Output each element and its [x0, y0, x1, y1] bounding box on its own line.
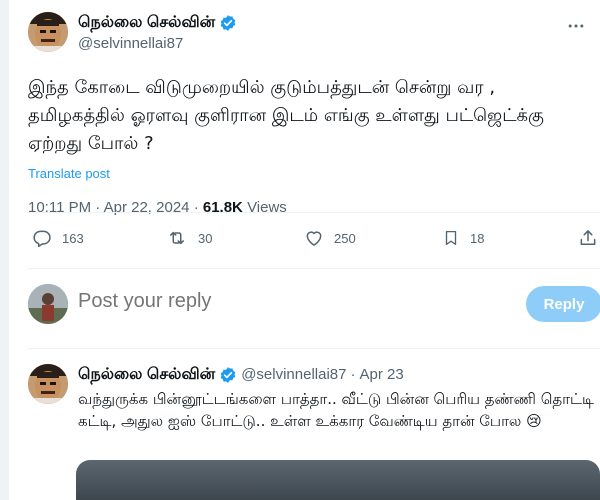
reply-count: 163 [62, 230, 84, 246]
reply-content: நெல்லை செல்வின் @selvinnellai87 · Apr 23… [78, 364, 598, 432]
views-label: Views [247, 199, 287, 216]
bookmark-action[interactable]: 18 [442, 228, 484, 248]
divider [28, 268, 600, 269]
translate-post-link[interactable]: Translate post [28, 166, 600, 181]
tweet-header: நெல்லை செல்வின் @selvinnellai87 [28, 12, 600, 58]
current-user-avatar[interactable] [28, 284, 68, 324]
views-count: 61.8K [202, 199, 243, 216]
repost-count: 30 [198, 230, 213, 246]
share-action[interactable] [578, 228, 600, 248]
meta-separator: · [95, 199, 104, 216]
like-count: 250 [334, 230, 356, 246]
heart-icon [306, 231, 322, 246]
bookmark-count: 18 [470, 230, 485, 246]
tweet-time[interactable]: 10:11 PM [28, 199, 91, 216]
verified-badge-icon [220, 367, 236, 383]
author-names: நெல்லை செல்வின் @selvinnellai87 [78, 12, 237, 54]
reply-author-avatar[interactable] [28, 364, 68, 404]
reply-composer: Reply [28, 284, 600, 324]
bookmark-icon [445, 230, 457, 246]
tweet-date[interactable]: Apr 22, 2024 [104, 199, 190, 216]
action-bar: 163 30 250 18 [28, 228, 600, 256]
reply-separator: · [350, 366, 356, 383]
reply-handle[interactable]: @selvinnellai87 [241, 364, 346, 386]
reply-header: நெல்லை செல்வின் @selvinnellai87 · Apr 23 [78, 364, 598, 386]
reply-action[interactable]: 163 [32, 228, 84, 248]
current-user-photo-icon [28, 284, 68, 324]
reply-icon [33, 230, 51, 248]
display-name: நெல்லை செல்வின் [78, 14, 216, 31]
repost-icon [170, 231, 184, 245]
display-name-link[interactable]: நெல்லை செல்வின் [78, 12, 237, 34]
reply-media-image[interactable] [76, 460, 600, 500]
like-action[interactable]: 250 [304, 228, 356, 248]
more-horizontal-icon[interactable] [566, 16, 586, 41]
share-icon [580, 230, 596, 245]
divider [28, 212, 600, 213]
avatar[interactable] [28, 12, 68, 52]
tweet-meta: 10:11 PM · Apr 22, 2024 · 61.8K Views [28, 199, 600, 216]
reply-date[interactable]: Apr 23 [359, 364, 403, 386]
reply-button[interactable]: Reply [526, 286, 600, 322]
avatar-face-icon [28, 12, 68, 52]
reply-text: வந்துருக்க பின்னூட்டங்களை பாத்தா.. வீட்ட… [78, 390, 594, 430]
divider [28, 348, 600, 349]
author-handle[interactable]: @selvinnellai87 [78, 34, 237, 54]
reply-input[interactable] [78, 290, 343, 313]
reply-display-name[interactable]: நெல்லை செல்வின் [78, 364, 215, 386]
left-rail [0, 0, 9, 500]
meta-separator: · [193, 199, 203, 216]
tweet-text: இந்த கோடை விடுமுறையில் குடும்பத்துடன் செ… [28, 77, 544, 154]
verified-badge-icon [220, 15, 236, 31]
avatar-face-icon [28, 364, 68, 404]
repost-action[interactable]: 30 [166, 228, 212, 248]
main-tweet: நெல்லை செல்வின் @selvinnellai87 இந்த கோட… [28, 12, 600, 216]
